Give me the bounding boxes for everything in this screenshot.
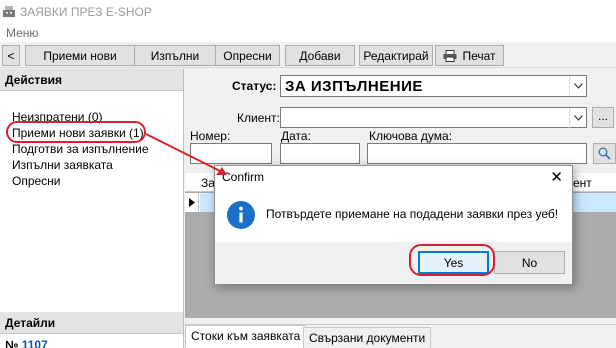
confirm-dialog: Confirm ✕ Потвърдете приемане на подаден…	[214, 165, 573, 284]
title-bar: ЗАЯВКИ ПРЕЗ E-SHOP	[0, 0, 616, 24]
order-number: № 1107	[5, 338, 48, 348]
order-number-value: 1107	[21, 338, 48, 348]
tab-order-items[interactable]: Стоки към заявката	[185, 325, 307, 348]
dialog-footer: Yes No	[215, 242, 572, 284]
client-browse-button[interactable]: ...	[592, 107, 614, 128]
printer-icon	[443, 49, 457, 62]
action-execute-order[interactable]: Изпълни заявката	[12, 157, 149, 173]
actions-header: Действия	[0, 69, 183, 91]
order-number-prefix: №	[5, 338, 19, 348]
client-dropdown[interactable]	[280, 107, 587, 128]
keyword-field[interactable]	[367, 143, 587, 164]
annotation-highlight-action	[6, 121, 146, 143]
number-field[interactable]	[190, 143, 272, 164]
print-button-label: Печат	[462, 48, 496, 63]
tab-strip: Стоки към заявката Свързани документи	[185, 324, 616, 348]
details-header: Детайли	[0, 312, 183, 334]
magnifier-icon	[598, 147, 611, 160]
dialog-title: Confirm	[222, 170, 265, 184]
execute-button[interactable]: Изпълни	[134, 45, 216, 66]
date-field[interactable]	[280, 143, 360, 164]
back-button[interactable]: <	[2, 45, 20, 66]
keyword-label: Ключова дума:	[369, 129, 453, 143]
tab-related-documents[interactable]: Свързани документи	[303, 327, 432, 348]
menu-bar: Меню	[0, 24, 616, 42]
status-label: Статус:	[232, 79, 277, 93]
print-button[interactable]: Печат	[435, 45, 504, 66]
number-label: Номер:	[190, 129, 231, 143]
annotation-highlight-yes	[409, 244, 495, 276]
column-header[interactable]: ент	[573, 176, 592, 190]
action-refresh[interactable]: Опресни	[12, 173, 149, 189]
window-title: ЗАЯВКИ ПРЕЗ E-SHOP	[20, 5, 152, 19]
edit-button[interactable]: Редактирай	[359, 45, 433, 66]
chevron-down-icon[interactable]	[569, 76, 586, 96]
status-value: ЗА ИЗПЪЛНЕНИЕ	[285, 78, 423, 95]
column-header[interactable]: За	[201, 176, 215, 190]
action-prepare[interactable]: Подготви за изпълнение	[12, 141, 149, 157]
row-indicator-icon	[185, 193, 199, 212]
refresh-button[interactable]: Опресни	[215, 45, 280, 66]
toolbar: < Приеми нови Изпълни Опресни Добави Ред…	[0, 43, 616, 68]
client-label: Клиент:	[237, 111, 280, 125]
search-button[interactable]	[593, 143, 616, 164]
accept-new-button[interactable]: Приеми нови	[25, 45, 135, 66]
dialog-message: Потвърдете приемане на подадени заявки п…	[266, 207, 559, 221]
chevron-down-icon[interactable]	[569, 108, 586, 128]
date-label: Дата:	[281, 129, 311, 143]
menu-item-menu[interactable]: Меню	[6, 26, 38, 40]
status-dropdown[interactable]: ЗА ИЗПЪЛНЕНИЕ	[280, 75, 587, 97]
left-panel: Действия Неизпратени (0) Приеми нови зая…	[0, 69, 184, 348]
add-button[interactable]: Добави	[285, 45, 355, 66]
cash-register-icon	[3, 6, 15, 17]
no-button[interactable]: No	[494, 251, 565, 274]
info-icon	[227, 201, 255, 229]
close-icon[interactable]: ✕	[550, 168, 563, 186]
